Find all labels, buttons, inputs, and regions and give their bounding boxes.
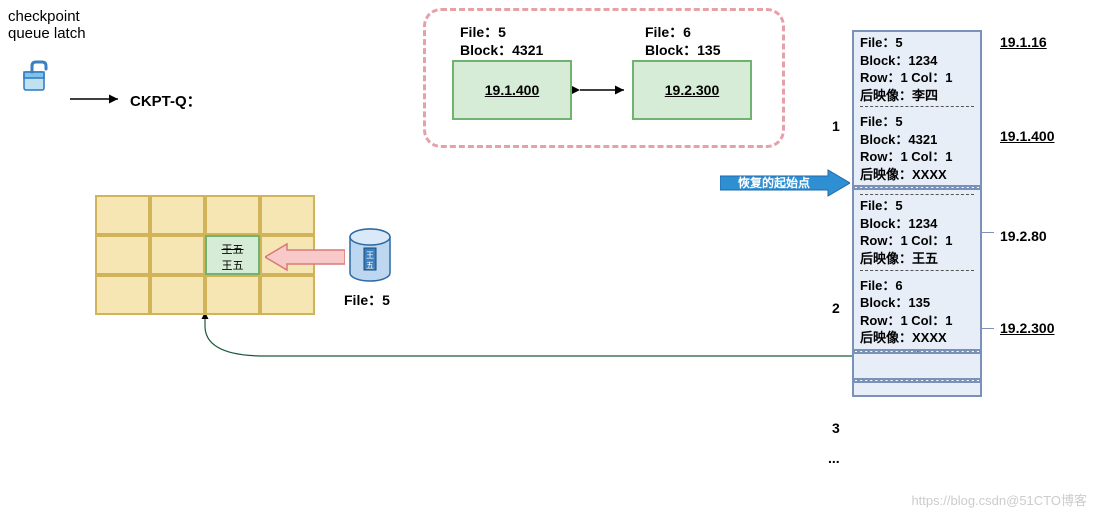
recover-label: 恢复的起始点 xyxy=(738,174,810,191)
log-entry-more xyxy=(852,381,982,397)
svg-text:王: 王 xyxy=(366,251,374,260)
redo-log: File：5 Block：1234 Row：1 Col：1 后映像：李四 Fil… xyxy=(852,30,982,397)
dirty-block-1-block: Block：4321 xyxy=(460,40,543,60)
scn-3: 19.2.80 xyxy=(1000,228,1047,244)
file5-label: File：5 xyxy=(344,290,390,310)
scn-4: 19.2.300 xyxy=(1000,320,1055,336)
log-entry-4: File：6 Block：135 Row：1 Col：1 后映像：XXXX xyxy=(852,275,982,351)
dirty-block-2: 19.2.300 xyxy=(632,60,752,120)
log-entry-2: File：5 Block：4321 Row：1 Col：1 后映像：XXXX xyxy=(852,111,982,187)
log-index-1: 1 xyxy=(832,118,840,134)
log-entry-1: File：5 Block：1234 Row：1 Col：1 后映像：李四 xyxy=(852,30,982,111)
scn-2: 19.1.400 xyxy=(1000,128,1055,144)
load-arrow xyxy=(265,242,345,272)
dirty-block-1: 19.1.400 xyxy=(452,60,572,120)
log-entry-5 xyxy=(852,352,982,380)
ckpt-label: CKPT-Q： xyxy=(130,90,202,111)
buffer-cell-highlight: 王五 王五 xyxy=(205,235,260,275)
dirty-block-2-scn: 19.2.300 xyxy=(665,82,720,98)
log-entry-3: File：5 Block：1234 Row：1 Col：1 后映像：王五 xyxy=(852,188,982,274)
scn-1: 19.1.16 xyxy=(1000,34,1047,50)
latch-icon xyxy=(22,60,56,94)
svg-text:五: 五 xyxy=(366,261,374,270)
datafile-cylinder: 王 五 xyxy=(348,228,392,282)
title-label: checkpoint queue latch xyxy=(8,8,86,42)
dirty-block-1-file: File：5 xyxy=(460,22,506,42)
log-index-3: 3 xyxy=(832,420,840,436)
dirty-block-2-file: File：6 xyxy=(645,22,691,42)
dirty-block-2-block: Block：135 xyxy=(645,40,720,60)
log-index-2: 2 xyxy=(832,300,840,316)
log-index-more: ... xyxy=(828,450,840,466)
dirty-block-1-scn: 19.1.400 xyxy=(485,82,540,98)
watermark: https://blog.csdn@51CTO博客 xyxy=(911,490,1087,509)
